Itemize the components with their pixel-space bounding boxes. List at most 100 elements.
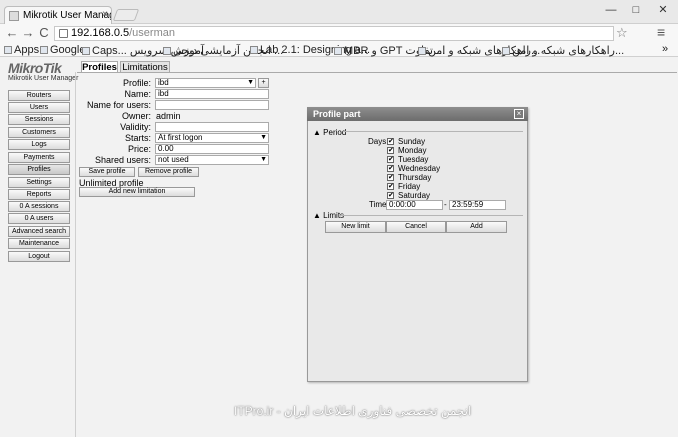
google-icon bbox=[40, 46, 48, 54]
sidebar-item-routers[interactable]: Routers bbox=[8, 90, 70, 101]
friday-checkbox[interactable]: ✔ bbox=[387, 183, 394, 190]
tab-title: Mikrotik User Manager: P bbox=[23, 10, 111, 21]
bookmark-8[interactable]: راهکارهای شبکه و امن... bbox=[502, 44, 624, 57]
add-new-limitation-button[interactable]: Add new limitation bbox=[79, 187, 195, 197]
time-separator: - bbox=[444, 200, 447, 209]
chevron-down-icon: ▼ bbox=[247, 79, 254, 86]
shared-users-label: Shared users: bbox=[94, 155, 151, 165]
dialog-close-icon[interactable]: × bbox=[514, 109, 524, 119]
browser-tab[interactable]: Mikrotik User Manager: P × bbox=[4, 6, 112, 24]
period-divider bbox=[343, 131, 523, 132]
sunday-checkbox[interactable]: ✔ bbox=[387, 138, 394, 145]
logo-subtitle: Mikrotik User Manager bbox=[8, 75, 79, 82]
sidebar-divider bbox=[75, 72, 76, 437]
starts-label: Starts: bbox=[124, 133, 151, 143]
add-button[interactable]: Add bbox=[446, 221, 507, 233]
bookmarks-more-icon[interactable]: » bbox=[662, 43, 668, 55]
friday-label: Friday bbox=[398, 182, 421, 191]
monday-label: Monday bbox=[398, 146, 427, 155]
maximize-button[interactable]: □ bbox=[627, 2, 645, 18]
dialog-title: Profile part bbox=[307, 107, 528, 121]
forward-arrow-icon[interactable]: → bbox=[20, 25, 36, 41]
chevron-down-icon: ▼ bbox=[260, 156, 267, 163]
price-label: Price: bbox=[127, 144, 151, 154]
sidebar-item-payments[interactable]: Payments bbox=[8, 152, 70, 163]
sunday-label: Sunday bbox=[398, 137, 426, 146]
sidebar-item-reports[interactable]: Reports bbox=[8, 189, 70, 200]
new-tab-button[interactable] bbox=[112, 9, 140, 21]
starts-select[interactable]: At first logon ▼ bbox=[155, 133, 269, 143]
name-for-users-label: Name for users: bbox=[86, 100, 151, 110]
minimize-button[interactable]: — bbox=[602, 2, 620, 18]
thursday-label: Thursday bbox=[398, 173, 432, 182]
limits-divider bbox=[341, 215, 523, 216]
bookmark-star-icon[interactable]: ☆ bbox=[616, 25, 628, 41]
time-from-input[interactable]: 0:00:00 bbox=[386, 200, 443, 210]
tab-close-icon[interactable]: × bbox=[102, 9, 108, 20]
cancel-button[interactable]: Cancel bbox=[386, 221, 446, 233]
reload-icon[interactable]: C bbox=[36, 25, 52, 41]
sidebar-item-advanced-search[interactable]: Advanced search bbox=[8, 226, 70, 237]
shared-users-select[interactable]: not used ▼ bbox=[155, 155, 269, 165]
saturday-label: Saturday bbox=[398, 191, 431, 200]
mikrotik-logo: MikroTik Mikrotik User Manager bbox=[8, 60, 78, 84]
bookmark-favicon-icon bbox=[250, 46, 258, 54]
monday-checkbox[interactable]: ✔ bbox=[387, 147, 394, 154]
sidebar-item-customers[interactable]: Customers bbox=[8, 127, 70, 138]
wednesday-label: Wednesday bbox=[398, 164, 441, 173]
validity-input[interactable] bbox=[155, 122, 269, 132]
add-profile-button[interactable]: + bbox=[258, 78, 269, 88]
profile-label: Profile: bbox=[122, 78, 151, 88]
address-bar[interactable]: 192.168.0.5/userman bbox=[54, 26, 614, 41]
sidebar-item-logs[interactable]: Logs bbox=[8, 139, 70, 150]
watermark: ITPro.ir - انجمن تخصصی فناوری اطلاعات ای… bbox=[234, 404, 472, 418]
remove-profile-button[interactable]: Remove profile bbox=[138, 167, 199, 177]
profile-select[interactable]: ibd ▼ bbox=[155, 78, 256, 88]
tab-favicon-icon bbox=[9, 11, 19, 21]
sidebar-item-sessions[interactable]: Sessions bbox=[8, 114, 70, 125]
time-to-input[interactable]: 23:59:59 bbox=[449, 200, 506, 210]
save-profile-button[interactable]: Save profile bbox=[79, 167, 135, 177]
sidebar-item-settings[interactable]: Settings bbox=[8, 177, 70, 188]
bookmark-google[interactable]: Google bbox=[40, 44, 85, 56]
url-host: 192.168.0.5 bbox=[71, 27, 130, 39]
tuesday-label: Tuesday bbox=[398, 155, 429, 164]
validity-label: Validity: bbox=[120, 122, 151, 132]
collapse-triangle-icon: ▲ bbox=[313, 128, 321, 137]
tab-underline bbox=[77, 72, 677, 73]
new-limit-button[interactable]: New limit bbox=[325, 221, 386, 233]
bookmark-favicon-icon bbox=[163, 47, 171, 55]
name-for-users-input[interactable] bbox=[155, 100, 269, 110]
name-label: Name: bbox=[124, 89, 151, 99]
days-label: Days: bbox=[368, 137, 389, 146]
limits-section-header[interactable]: ▲ Limits bbox=[313, 211, 344, 220]
sidebar-item-maintenance[interactable]: Maintenance bbox=[8, 238, 70, 249]
sidebar-item-logout[interactable]: Logout bbox=[8, 251, 70, 262]
bookmark-favicon-icon bbox=[502, 47, 510, 55]
price-input[interactable]: 0.00 bbox=[155, 144, 269, 154]
owner-value: admin bbox=[156, 111, 181, 121]
bookmark-favicon-icon bbox=[82, 47, 90, 55]
tuesday-checkbox[interactable]: ✔ bbox=[387, 156, 394, 163]
collapse-triangle-icon: ▲ bbox=[313, 211, 321, 220]
browser-menu-icon[interactable]: ≡ bbox=[657, 24, 665, 40]
bookmark-favicon-icon bbox=[334, 47, 342, 55]
url-path: /userman bbox=[129, 27, 175, 39]
sidebar-item-users[interactable]: Users bbox=[8, 102, 70, 113]
page-info-icon bbox=[59, 29, 68, 38]
name-input[interactable]: ibd bbox=[155, 89, 269, 99]
wednesday-checkbox[interactable]: ✔ bbox=[387, 165, 394, 172]
back-arrow-icon[interactable]: ← bbox=[4, 25, 20, 41]
bookmark-favicon-icon bbox=[418, 47, 426, 55]
close-window-button[interactable]: ✕ bbox=[654, 2, 672, 18]
bookmark-apps[interactable]: Apps bbox=[4, 44, 39, 56]
sidebar-item-active-sessions[interactable]: 0 A sessions bbox=[8, 201, 70, 212]
chevron-down-icon: ▼ bbox=[260, 134, 267, 141]
saturday-checkbox[interactable]: ✔ bbox=[387, 192, 394, 199]
sidebar-item-profiles[interactable]: Profiles bbox=[8, 164, 70, 175]
apps-grid-icon bbox=[4, 46, 12, 54]
logo-text: MikroTik bbox=[8, 60, 62, 76]
thursday-checkbox[interactable]: ✔ bbox=[387, 174, 394, 181]
sidebar-item-active-users[interactable]: 0 A users bbox=[8, 213, 70, 224]
period-section-header[interactable]: ▲ Period bbox=[313, 128, 346, 137]
